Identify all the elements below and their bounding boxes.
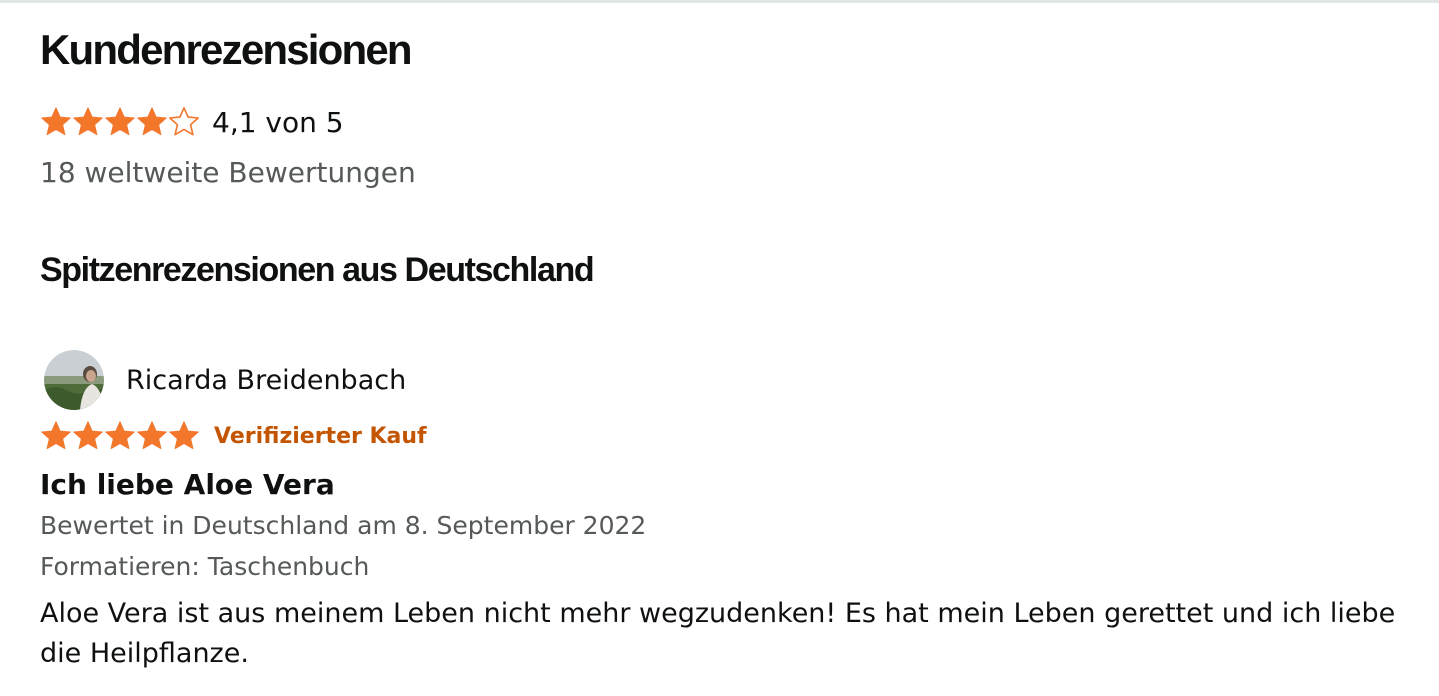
review-body: Aloe Vera ist aus meinem Leben nicht meh… <box>40 598 1396 669</box>
average-rating-row[interactable]: 4,1 von 5 <box>40 100 344 144</box>
review-title[interactable]: Ich liebe Aloe Vera <box>40 468 335 501</box>
top-reviews-heading: Spitzenrezensionen aus Deutschland <box>40 251 595 289</box>
verified-purchase-badge: Verifizierter Kauf <box>214 423 427 449</box>
star-full-icon <box>41 421 71 450</box>
star-empty-icon <box>169 107 199 136</box>
star-full-icon <box>73 421 103 450</box>
star-full-icon <box>169 421 199 450</box>
top-divider <box>0 0 1439 3</box>
review-format[interactable]: Formatieren: Taschenbuch <box>40 552 369 581</box>
review-date: Bewertet in Deutschland am 8. September … <box>40 511 647 540</box>
reviewer-avatar[interactable] <box>44 350 104 410</box>
review-rating-row: Verifizierter Kauf <box>40 420 427 452</box>
average-rating-stars <box>40 106 200 138</box>
star-full-icon <box>73 107 103 136</box>
star-full-icon <box>105 421 135 450</box>
review-rating-stars[interactable] <box>40 420 200 452</box>
average-rating-text: 4,1 von 5 <box>212 105 344 139</box>
star-full-icon <box>105 107 135 136</box>
reviewer-name[interactable]: Ricarda Breidenbach <box>126 365 406 396</box>
total-ratings-count: 18 weltweite Bewertungen <box>40 156 416 189</box>
star-full-icon <box>41 107 71 136</box>
reviewer-profile[interactable]: Ricarda Breidenbach <box>44 350 406 410</box>
star-full-icon <box>137 107 167 136</box>
reviews-heading: Kundenrezensionen <box>40 26 413 73</box>
star-full-icon <box>137 421 167 450</box>
